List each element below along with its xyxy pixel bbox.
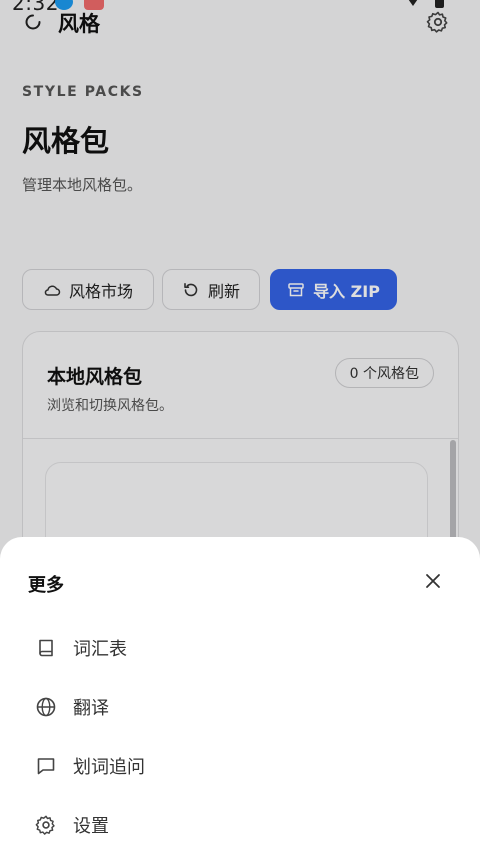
close-icon[interactable] <box>424 572 442 590</box>
menu-item-label: 翻译 <box>73 698 109 719</box>
menu-item-translate[interactable]: 翻译 <box>0 681 480 733</box>
gear-icon <box>35 815 55 835</box>
chat-bubble-icon <box>37 758 55 775</box>
menu-item-selection-ask[interactable]: 划词追问 <box>0 740 480 792</box>
menu-item-glossary[interactable]: 词汇表 <box>0 622 480 674</box>
more-bottom-sheet: 更多 词汇表 翻译 划词追问 设置 <box>0 537 480 852</box>
menu-item-label: 设置 <box>73 816 109 837</box>
globe-icon <box>36 697 56 717</box>
menu-item-settings[interactable]: 设置 <box>0 799 480 851</box>
menu-item-label: 词汇表 <box>73 639 127 660</box>
menu-item-label: 划词追问 <box>73 757 145 778</box>
book-icon <box>39 639 53 657</box>
sheet-title: 更多 <box>28 575 64 596</box>
